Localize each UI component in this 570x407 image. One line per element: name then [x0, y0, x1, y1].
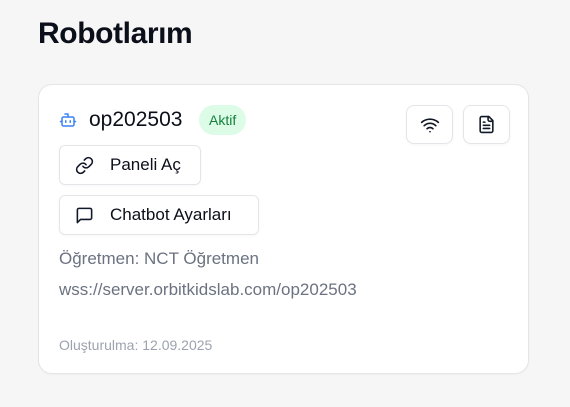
wifi-icon	[420, 115, 440, 135]
link-icon	[74, 155, 94, 175]
websocket-url: wss://server.orbitkidslab.com/op202503	[59, 280, 357, 299]
page-title: Robotlarım	[38, 17, 193, 50]
document-button[interactable]	[463, 105, 510, 144]
robot-card: op202503 Aktif Paneli Aç Chatbot Ayarlar…	[38, 84, 529, 374]
message-square-icon	[74, 205, 94, 225]
open-panel-label: Paneli Aç	[110, 155, 181, 174]
chatbot-settings-label: Chatbot Ayarları	[110, 205, 232, 224]
chatbot-settings-button[interactable]: Chatbot Ayarları	[59, 195, 259, 235]
teacher-info: Öğretmen: NCT Öğretmen	[59, 249, 259, 268]
created-date: Oluşturulma: 12.09.2025	[59, 337, 213, 353]
open-panel-button[interactable]: Paneli Aç	[59, 145, 201, 185]
robot-icon	[59, 111, 77, 129]
wifi-button[interactable]	[406, 105, 453, 144]
robot-name: op202503	[89, 108, 183, 131]
status-badge: Aktif	[199, 105, 247, 135]
document-icon	[477, 115, 496, 134]
